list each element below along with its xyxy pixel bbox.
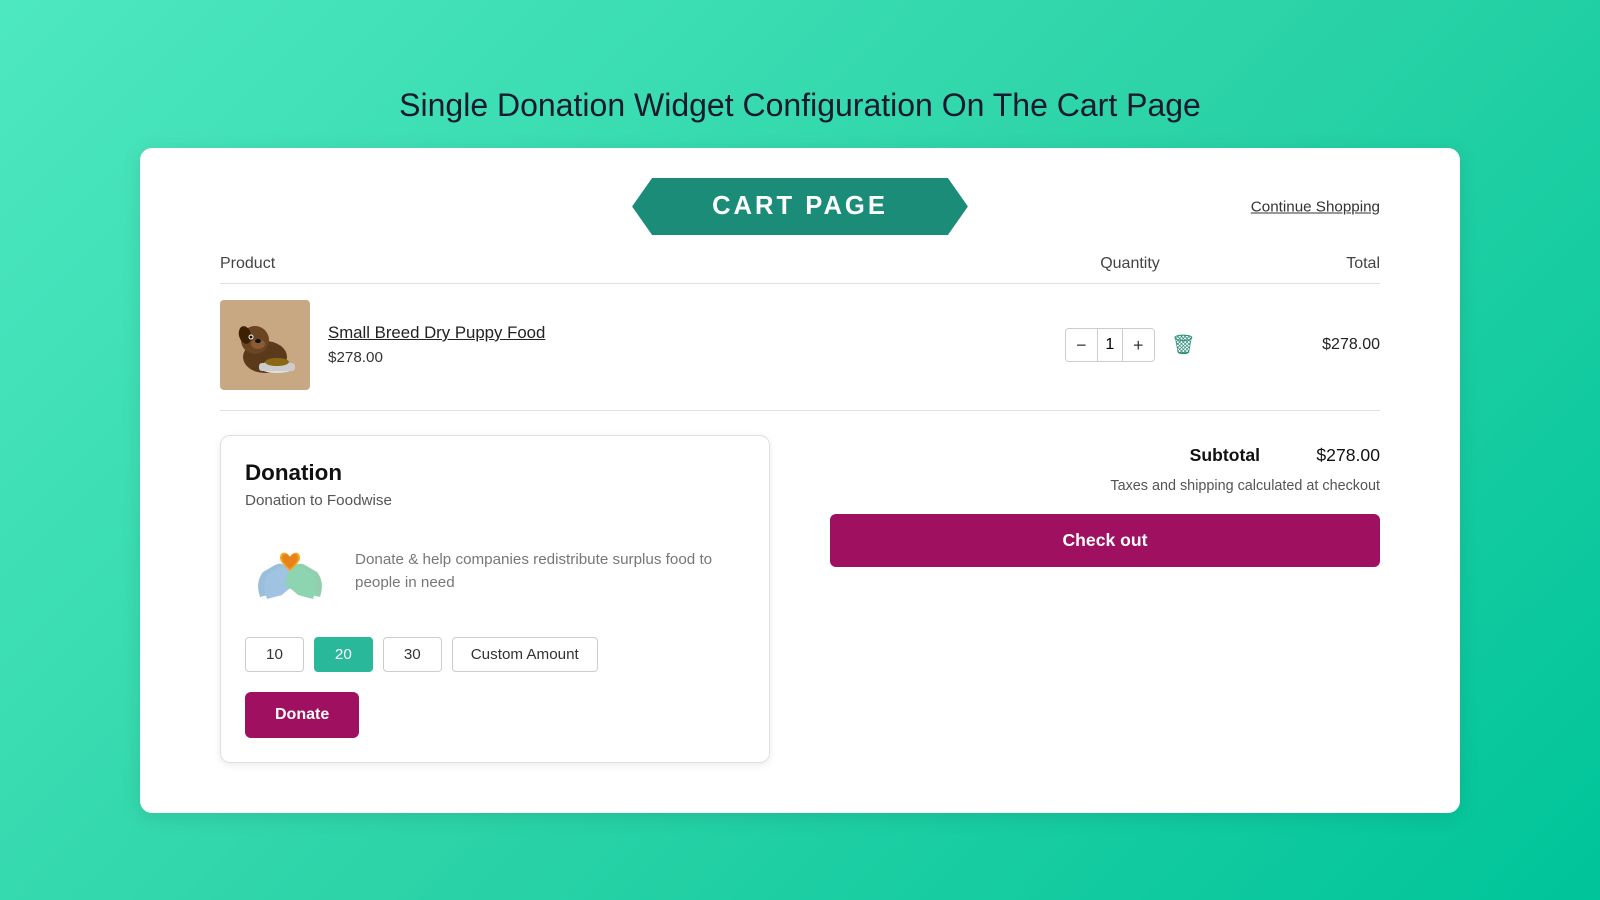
product-row: Small Breed Dry Puppy Food $278.00 − 1 +… [220, 300, 1380, 411]
subtotal-label: Subtotal [1190, 445, 1260, 466]
product-total: $278.00 [1230, 336, 1380, 354]
summary-section: Subtotal $278.00 Taxes and shipping calc… [830, 435, 1380, 567]
qty-decrease-btn[interactable]: − [1066, 329, 1098, 361]
tax-note: Taxes and shipping calculated at checkou… [830, 478, 1380, 494]
product-name-link[interactable]: Small Breed Dry Puppy Food [328, 323, 545, 343]
qty-increase-btn[interactable]: + [1122, 329, 1154, 361]
amount-10-btn[interactable]: 10 [245, 637, 304, 672]
checkout-button[interactable]: Check out [830, 514, 1380, 567]
lower-section: Donation Donation to Foodwise [220, 435, 1380, 763]
col-total: Total [1230, 255, 1380, 273]
product-price: $278.00 [328, 349, 383, 366]
product-image [220, 300, 310, 390]
custom-amount-btn[interactable]: Custom Amount [452, 637, 598, 672]
qty-value: 1 [1098, 336, 1122, 354]
col-product: Product [220, 255, 1030, 273]
donate-button[interactable]: Donate [245, 692, 359, 738]
page-title: Single Donation Widget Configuration On … [399, 87, 1201, 124]
qty-stepper: − 1 + [1065, 328, 1155, 362]
product-info: Small Breed Dry Puppy Food $278.00 [220, 300, 1030, 390]
donation-description: Donate & help companies redistribute sur… [355, 549, 745, 595]
cart-header-row: CART PAGE Continue Shopping [220, 178, 1380, 235]
donation-widget: Donation Donation to Foodwise [220, 435, 770, 763]
donation-subtitle: Donation to Foodwise [245, 492, 745, 509]
main-card: CART PAGE Continue Shopping Product Quan… [140, 148, 1460, 813]
donation-visual: Donate & help companies redistribute sur… [245, 527, 745, 617]
donation-icon [245, 527, 335, 617]
cart-banner: CART PAGE [632, 178, 968, 235]
col-quantity: Quantity [1030, 255, 1230, 273]
subtotal-value: $278.00 [1300, 445, 1380, 466]
donation-amounts: 10 20 30 Custom Amount [245, 637, 745, 672]
product-details: Small Breed Dry Puppy Food $278.00 [328, 323, 545, 367]
amount-20-btn[interactable]: 20 [314, 637, 373, 672]
donation-title: Donation [245, 460, 745, 486]
continue-shopping-link[interactable]: Continue Shopping [1251, 198, 1380, 215]
subtotal-row: Subtotal $278.00 [830, 445, 1380, 466]
delete-icon[interactable]: 🗑 [1171, 333, 1195, 357]
quantity-control: − 1 + 🗑 [1030, 328, 1230, 362]
amount-30-btn[interactable]: 30 [383, 637, 442, 672]
table-header: Product Quantity Total [220, 255, 1380, 284]
